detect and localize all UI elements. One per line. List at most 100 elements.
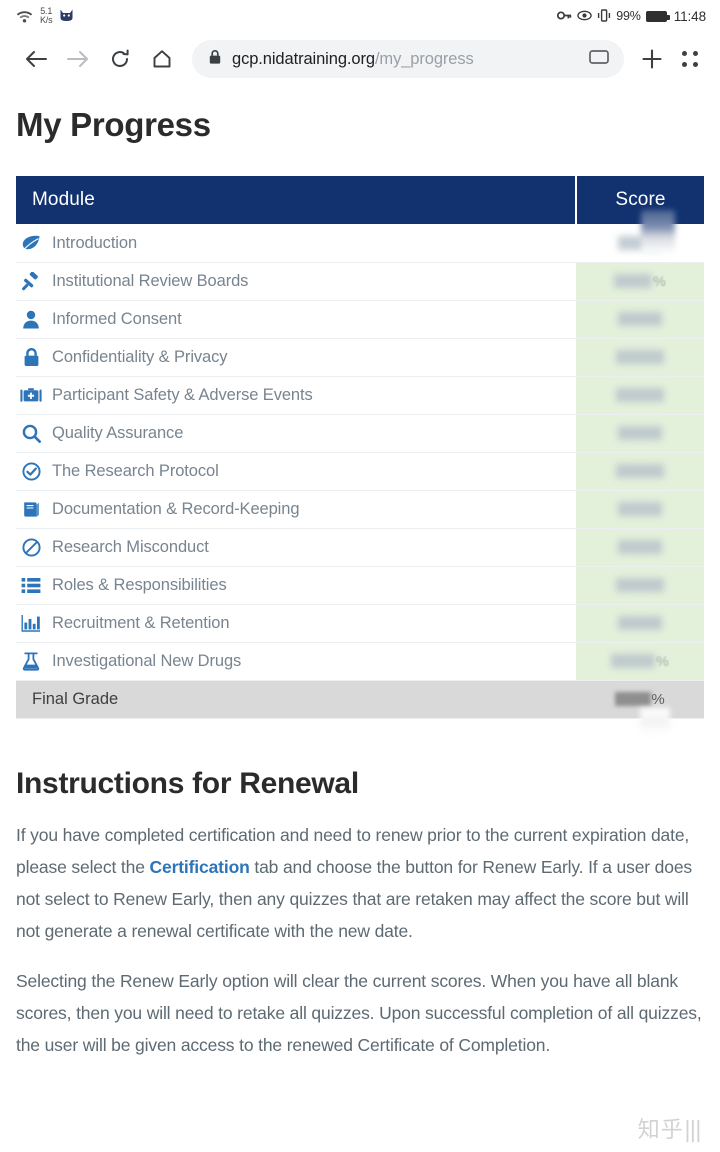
person-icon	[20, 309, 42, 329]
wifi-icon	[16, 9, 33, 23]
four-dots-icon	[682, 51, 698, 67]
module-label: Research Misconduct	[52, 537, 209, 556]
final-grade-row: Final Grade%	[16, 680, 704, 734]
redacted-score-chip	[618, 312, 662, 327]
redacted-score-chip	[616, 464, 664, 479]
no-entry-icon	[20, 537, 42, 557]
certification-link[interactable]: Certification	[150, 857, 250, 877]
table-row: Quality Assurance	[16, 414, 704, 453]
score-percent-sign: %	[656, 653, 669, 670]
instructions-paragraph-2: Selecting the Renew Early option will cl…	[16, 970, 702, 1055]
progress-table-body: Introduction Institutional Review Boards%…	[16, 210, 704, 734]
module-cell: Participant Safety & Adverse Events	[16, 376, 576, 415]
table-row: Recruitment & Retention	[16, 604, 704, 643]
leaf-icon	[20, 233, 42, 253]
redacted-score-chip	[616, 388, 664, 403]
page-title: My Progress	[16, 106, 211, 143]
url-text: gcp.nidatraining.org/my_progress	[232, 50, 578, 69]
status-bar-right: 99% 11:48	[557, 9, 706, 24]
lock-icon	[208, 49, 222, 70]
module-cell: Confidentiality & Privacy	[16, 338, 576, 377]
reload-button[interactable]	[100, 39, 140, 79]
final-percent-sign: %	[651, 690, 665, 708]
final-grade-label: Final Grade	[16, 680, 576, 719]
module-label: Participant Safety & Adverse Events	[52, 385, 313, 404]
column-header-module: Module	[16, 176, 576, 224]
browser-toolbar: gcp.nidatraining.org/my_progress	[0, 32, 720, 86]
module-cell-content: Investigational New Drugs	[20, 651, 576, 671]
new-tab-button[interactable]	[634, 39, 670, 79]
module-cell-content: The Research Protocol	[20, 461, 576, 481]
table-row: Confidentiality & Privacy	[16, 338, 704, 377]
module-cell-content: Quality Assurance	[20, 423, 576, 443]
battery-icon	[645, 10, 670, 22]
module-cell: Institutional Review Boards	[16, 262, 576, 301]
status-bar-clock: 11:48	[673, 8, 706, 24]
table-row: Roles & Responsibilities	[16, 566, 704, 605]
redacted-score-chip	[618, 426, 662, 441]
gavel-icon	[20, 271, 42, 291]
column-header-score: Score	[575, 176, 704, 224]
table-row: Documentation & Record-Keeping	[16, 490, 704, 529]
url-path: /my_progress	[374, 49, 474, 68]
module-cell-content: Introduction	[20, 233, 576, 253]
key-icon	[557, 10, 572, 23]
network-speed: 5.1 K/s	[40, 6, 53, 26]
lock-icon	[20, 347, 42, 367]
redacted-score-chip	[616, 350, 664, 365]
module-cell-content: Roles & Responsibilities	[20, 575, 576, 595]
score-cell	[576, 452, 704, 491]
module-label: Roles & Responsibilities	[52, 575, 227, 594]
redacted-score-chip	[618, 502, 662, 517]
module-cell: The Research Protocol	[16, 452, 576, 491]
table-row: Investigational New Drugs%	[16, 642, 704, 681]
browser-menu-button[interactable]	[672, 39, 708, 79]
score-cell	[576, 490, 704, 529]
module-label: Documentation & Record-Keeping	[52, 499, 300, 518]
back-button[interactable]	[16, 39, 56, 79]
progress-table-wrapper: Module Score Introduction Institutional R…	[16, 176, 704, 734]
module-cell-content: Participant Safety & Adverse Events	[20, 385, 576, 405]
module-label: Confidentiality & Privacy	[52, 347, 228, 366]
module-cell-content: Research Misconduct	[20, 537, 576, 557]
status-bar-left: 5.1 K/s	[16, 6, 74, 26]
redacted-score-chip	[616, 578, 664, 593]
module-cell: Quality Assurance	[16, 414, 576, 453]
score-cell	[576, 528, 704, 567]
progress-table-head: Module Score	[16, 176, 704, 224]
redacted-score-chip	[618, 235, 662, 250]
bar-chart-icon	[20, 613, 42, 633]
module-label: Quality Assurance	[52, 423, 184, 442]
final-scroll-artifact	[640, 707, 670, 734]
url-host: gcp.nidatraining.org	[232, 49, 375, 68]
check-circle-icon	[20, 461, 42, 481]
module-cell: Documentation & Record-Keeping	[16, 490, 576, 529]
module-cell: Research Misconduct	[16, 528, 576, 567]
redacted-score-chip	[618, 540, 662, 555]
forward-button[interactable]	[58, 39, 98, 79]
table-row: Research Misconduct	[16, 528, 704, 567]
battery-percent: 99%	[616, 9, 641, 23]
module-label: Informed Consent	[52, 309, 182, 328]
module-cell: Investigational New Drugs	[16, 642, 576, 681]
url-bar[interactable]: gcp.nidatraining.org/my_progress	[192, 40, 624, 78]
score-cell	[576, 604, 704, 643]
book-icon	[20, 499, 42, 519]
module-cell: Recruitment & Retention	[16, 604, 576, 643]
score-cell	[576, 210, 704, 263]
table-header-row: Module Score	[16, 176, 704, 224]
module-label: Introduction	[52, 233, 138, 252]
desktop-site-icon[interactable]	[588, 48, 610, 71]
home-button[interactable]	[142, 39, 182, 79]
flask-icon	[20, 651, 42, 671]
redacted-score-chip	[618, 616, 662, 631]
score-percent-sign: %	[653, 273, 666, 290]
watermark-text: 知乎	[637, 1118, 684, 1143]
module-cell-content: Confidentiality & Privacy	[20, 347, 576, 367]
table-row: The Research Protocol	[16, 452, 704, 491]
network-speed-unit: K/s	[40, 15, 53, 25]
table-row: Introduction	[16, 210, 704, 263]
score-cell	[576, 338, 704, 377]
module-cell-content: Institutional Review Boards	[20, 271, 576, 291]
